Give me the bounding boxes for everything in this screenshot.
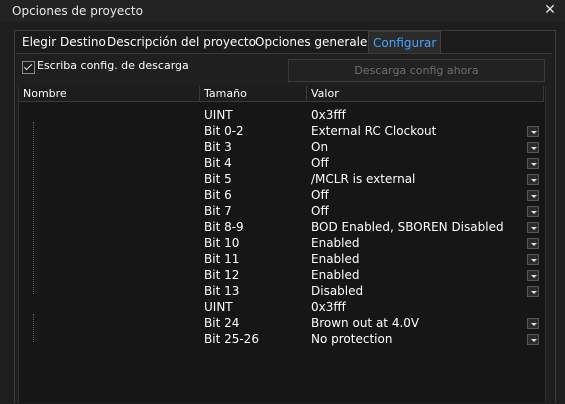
config-row[interactable]: Monitor Clock Fail-safeBit 11Enabled	[19, 251, 544, 267]
write-config-checkbox[interactable]	[22, 61, 35, 74]
chevron-down-icon[interactable]	[527, 158, 539, 169]
column-header-nombre[interactable]: Nombre	[19, 86, 200, 102]
size-cell: Bit 3	[204, 140, 232, 154]
register-row[interactable]: 0x1UINT0x3fff	[19, 107, 544, 123]
value-cell[interactable]: Enabled	[311, 251, 360, 267]
config-row[interactable]: Data EE Read ProtectBit 7Off	[19, 203, 544, 219]
column-header-tamano[interactable]: Tamaño	[200, 86, 307, 102]
size-cell: Bit 8-9	[204, 220, 244, 234]
size-cell: Bit 7	[204, 204, 232, 218]
tab-configurar[interactable]: Configurar	[368, 31, 442, 54]
value-cell[interactable]: Off	[311, 203, 329, 219]
value-cell[interactable]: Disabled	[311, 283, 363, 299]
config-row[interactable]: Low Voltage ProgramBit 12Enabled	[19, 267, 544, 283]
config-row[interactable]: Code ProtectBit 6Off	[19, 187, 544, 203]
title-bar: Opciones de proyecto ✕	[0, 0, 565, 22]
value-cell[interactable]: /MCLR is external	[311, 171, 415, 187]
value-cell[interactable]: Enabled	[311, 235, 360, 251]
size-cell: UINT	[204, 300, 233, 314]
size-cell: Bit 4	[204, 156, 232, 170]
value-cell: 0x3fff	[311, 300, 346, 314]
chevron-down-icon[interactable]	[527, 334, 539, 345]
value-cell[interactable]: No protection	[311, 331, 392, 347]
value-cell[interactable]: On	[311, 139, 328, 155]
chevron-down-icon[interactable]	[527, 190, 539, 201]
value-cell[interactable]: Enabled	[311, 267, 360, 283]
tab-elegir-destino[interactable]: Elegir Destino	[18, 31, 110, 53]
size-cell: Bit 11	[204, 252, 240, 266]
chevron-down-icon[interactable]	[527, 126, 539, 137]
chevron-down-icon[interactable]	[527, 318, 539, 329]
grid-header: Nombre Tamaño Valor	[19, 86, 544, 103]
close-icon[interactable]: ✕	[541, 1, 559, 19]
write-config-label: Escriba config. de descarga	[37, 59, 189, 72]
value-cell[interactable]: Off	[311, 155, 329, 171]
config-row[interactable]: Self Write EnableBit 25-26No protection	[19, 331, 544, 347]
value-cell[interactable]: Brown out at 4.0V	[311, 315, 419, 331]
tab-opciones-generales[interactable]: Opciones generales	[251, 31, 378, 53]
value-cell[interactable]: Off	[311, 187, 329, 203]
chevron-down-icon[interactable]	[527, 238, 539, 249]
size-cell: Bit 12	[204, 268, 240, 282]
chevron-down-icon[interactable]	[527, 254, 539, 265]
chevron-down-icon[interactable]	[527, 142, 539, 153]
config-row[interactable]: OscillatorBit 0-2External RC Clockout	[19, 123, 544, 139]
size-cell: Bit 0-2	[204, 124, 244, 138]
size-cell: Bit 13	[204, 284, 240, 298]
size-cell: Bit 24	[204, 316, 240, 330]
value-cell[interactable]: BOD Enabled, SBOREN Disabled	[311, 219, 504, 235]
size-cell: Bit 25-26	[204, 332, 259, 346]
size-cell: Bit 5	[204, 172, 232, 186]
config-row[interactable]: Watchdog TimerBit 3On	[19, 139, 544, 155]
chevron-down-icon[interactable]	[527, 206, 539, 217]
size-cell: Bit 6	[204, 188, 232, 202]
config-row[interactable]: Internal External Swi...Bit 10Enabled	[19, 235, 544, 251]
column-header-valor[interactable]: Valor	[307, 86, 544, 102]
chevron-down-icon[interactable]	[527, 222, 539, 233]
value-cell: 0x3fff	[311, 108, 346, 122]
size-cell: UINT	[204, 108, 233, 122]
config-row[interactable]: Power Up TimerBit 4Off	[19, 155, 544, 171]
config-row[interactable]: Master Clear EnableBit 5/MCLR is externa…	[19, 171, 544, 187]
config-row[interactable]: Brown Out DetectBit 8-9BOD Enabled, SBOR…	[19, 219, 544, 235]
window-title: Opciones de proyecto	[12, 4, 143, 18]
value-cell[interactable]: External RC Clockout	[311, 123, 436, 139]
config-row[interactable]: Background DebugBit 13Disabled	[19, 283, 544, 299]
tab-descripcion-proyecto[interactable]: Descripción del proyecto	[103, 31, 260, 53]
register-row[interactable]: 0x2UINT0x3fff	[19, 299, 544, 315]
download-config-button[interactable]: Descarga config ahora	[288, 59, 545, 82]
chevron-down-icon[interactable]	[527, 270, 539, 281]
chevron-down-icon[interactable]	[527, 174, 539, 185]
size-cell: Bit 10	[204, 236, 240, 250]
chevron-down-icon[interactable]	[527, 286, 539, 297]
config-row[interactable]: Brown Out Reset Sel...Bit 24Brown out at…	[19, 315, 544, 331]
